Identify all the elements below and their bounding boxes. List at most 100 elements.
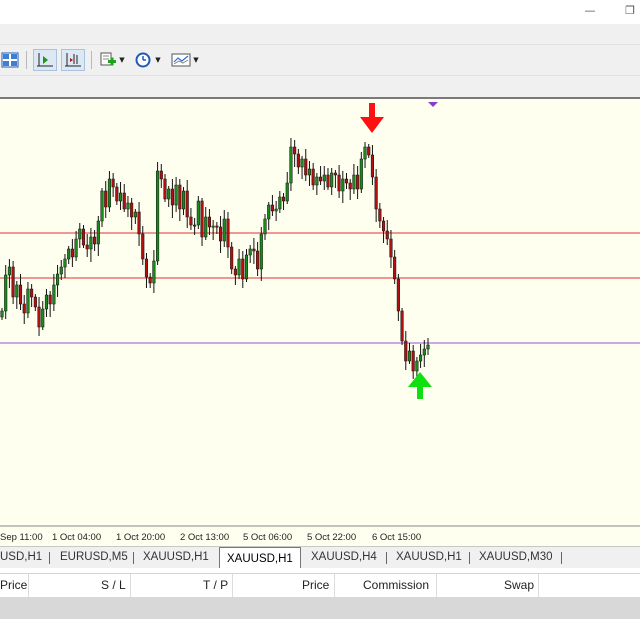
column-separator [538, 574, 539, 597]
candle-body [422, 348, 426, 356]
candle-body [22, 303, 26, 314]
candle-body [370, 154, 374, 178]
candle-body [293, 146, 297, 155]
terminal-table-header: Price S / L T / P Price Commission Swap [0, 573, 640, 598]
candle-body [196, 200, 200, 226]
candle-body [289, 146, 293, 184]
candle-body [319, 176, 323, 182]
candle-body [385, 230, 389, 240]
candle-body [30, 288, 34, 298]
candle-body [70, 248, 74, 258]
candle-body [259, 233, 263, 270]
candle-body [67, 248, 71, 260]
candle-body [115, 186, 119, 202]
column-separator [130, 574, 131, 597]
time-axis-label: 5 Oct 22:00 [307, 532, 356, 543]
candle-body [163, 178, 167, 200]
window-bottom [0, 619, 640, 640]
candle-body [237, 258, 241, 276]
candle-body [393, 256, 397, 280]
candle-body [252, 248, 256, 252]
candle-body [267, 204, 271, 220]
candle-body [389, 238, 393, 258]
tab-xauusd-h1-b[interactable]: XAUUSD,H1 [396, 551, 462, 567]
candle-body [396, 278, 400, 312]
candle-body [193, 224, 197, 227]
auto-scroll-icon[interactable] [61, 49, 85, 71]
candle-body [419, 354, 423, 362]
candle-body [44, 294, 49, 310]
candle-body [59, 266, 63, 275]
candle-body [400, 310, 404, 342]
column-price-current[interactable]: Price [302, 578, 329, 592]
minimize-button[interactable]: — [580, 2, 600, 20]
indicators-icon[interactable]: ▼ [97, 49, 127, 71]
candle-body [89, 236, 93, 250]
candle-body [4, 274, 8, 312]
chart-tabs: USD,H1 EURUSD,M5 XAUUSD,H1 XAUUSD,H1 XAU… [0, 546, 640, 569]
candle-body [15, 284, 19, 298]
chart-canvas[interactable]: Sep 11:00 1 Oct 04:00 1 Oct 20:00 2 Oct 13:… [0, 99, 640, 546]
column-swap[interactable]: Swap [504, 578, 534, 592]
column-price-open[interactable]: Price [0, 578, 27, 592]
candle-body [78, 228, 82, 240]
templates-icon[interactable]: ▼ [169, 49, 201, 71]
tab-xauusd-h1-a[interactable]: XAUUSD,H1 [143, 551, 209, 567]
candle-body [270, 204, 274, 212]
window-titlebar: — ❐ [0, 0, 640, 24]
candle-body [411, 350, 415, 372]
candle-body [322, 174, 326, 182]
price-chart[interactable]: Sep 11:00 1 Oct 04:00 1 Oct 20:00 2 Oct 13:… [0, 97, 640, 546]
chart-shift-icon[interactable] [33, 49, 57, 71]
tab-xauusd-m30[interactable]: XAUUSD,M30 [479, 551, 553, 567]
toolbar-separator [91, 51, 92, 69]
column-stop-loss[interactable]: S / L [101, 578, 126, 592]
candle-body [263, 218, 267, 235]
candle-body [37, 306, 41, 328]
candle-body [374, 176, 378, 210]
toolbar-separator [26, 51, 27, 69]
candle-body [189, 216, 193, 226]
column-commission[interactable]: Commission [363, 578, 429, 592]
candle-body [256, 250, 260, 270]
candle-body [233, 268, 237, 276]
tab-xauusd-h4[interactable]: XAUUSD,H4 [311, 551, 377, 567]
candle-body [159, 170, 163, 180]
candle-body [181, 190, 186, 210]
tile-windows-icon[interactable] [0, 49, 20, 71]
tab-eurusd-m5[interactable]: EURUSD,M5 [60, 551, 128, 567]
tab-separator [386, 552, 387, 564]
tab-separator [561, 552, 562, 564]
candle-body [241, 258, 245, 280]
candle-body [244, 254, 249, 280]
candle-body [96, 220, 100, 245]
candle-body [367, 146, 371, 156]
candle-body [230, 246, 234, 270]
candle-body [137, 211, 141, 235]
tab-usd-h1[interactable]: USD,H1 [0, 551, 42, 567]
candle-body [348, 182, 352, 190]
candle-body [274, 208, 278, 212]
candle-body [207, 216, 211, 228]
candle-body [281, 196, 286, 202]
status-bar [0, 597, 640, 619]
sell-signal-arrow [360, 103, 384, 133]
tab-xauusd-h1-active[interactable]: XAUUSD,H1 [219, 547, 301, 568]
top-marker [428, 102, 438, 107]
candle-body [311, 168, 315, 186]
candle-body [200, 200, 204, 238]
candle-body [74, 238, 78, 258]
charts-toolbar: ▼ ▼ ▼ [0, 44, 640, 76]
candle-body [407, 350, 412, 362]
tab-separator [469, 552, 470, 564]
candle-body [222, 218, 226, 242]
candle-body [130, 202, 134, 218]
candle-body [7, 266, 11, 276]
periods-icon[interactable]: ▼ [133, 49, 163, 71]
time-axis-label: 6 Oct 15:00 [372, 532, 421, 543]
candle-body [211, 225, 215, 228]
column-take-profit[interactable]: T / P [203, 578, 228, 592]
candle-body [141, 233, 145, 260]
candle-body [326, 174, 330, 188]
restore-button[interactable]: ❐ [620, 2, 640, 20]
